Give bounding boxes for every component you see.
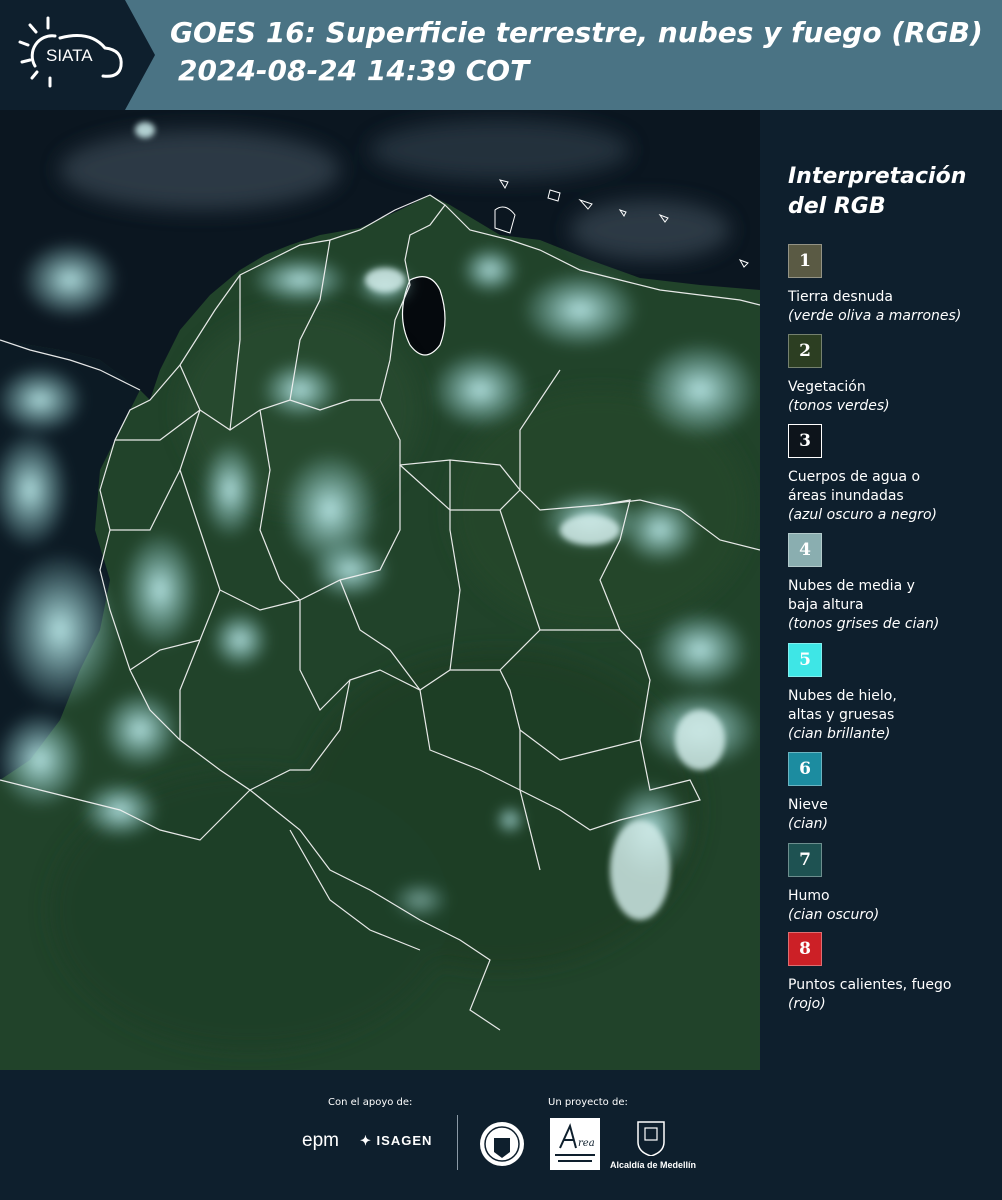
legend-swatch-7: 7 — [788, 843, 822, 877]
legend-swatch-6: 6 — [788, 752, 822, 786]
legend-title-line-1: Interpretación — [788, 164, 967, 189]
isagen-icon: ✦ — [360, 1133, 372, 1148]
legend-item-5: 5 Nubes de hielo, altas y gruesas (cian … — [788, 643, 998, 744]
legend-panel: Interpretación del RGB 1 Tierra desnuda … — [772, 110, 1002, 1070]
satellite-image — [0, 110, 760, 1070]
support-label: Con el apoyo de: — [328, 1097, 413, 1108]
alcaldia-label: Alcaldía de Medellín — [610, 1160, 697, 1170]
legend-swatch-8: 8 — [788, 932, 822, 966]
siata-logo: SIATA — [0, 0, 155, 110]
legend-item-1: 1 Tierra desnuda (verde oliva a marrones… — [788, 244, 998, 326]
legend-swatch-5: 5 — [788, 643, 822, 677]
legend-label-6: Nieve — [788, 797, 828, 813]
legend-item-7: 7 Humo (cian oscuro) — [788, 843, 998, 925]
university-seal-icon — [480, 1122, 524, 1166]
siata-logo-text: SIATA — [46, 46, 93, 65]
legend-sub-6: (cian) — [788, 816, 828, 832]
legend-label-2: Vegetación — [788, 379, 866, 395]
footer-divider — [457, 1115, 458, 1170]
legend-label-8: Puntos calientes, fuego — [788, 977, 952, 993]
epm-logo: epm — [302, 1130, 339, 1151]
area-metropolitana-logo: rea — [550, 1118, 600, 1170]
legend-label-3: Cuerpos de agua o áreas inundadas — [788, 469, 921, 504]
alcaldia-shield-icon — [637, 1121, 665, 1156]
legend-sub-2: (tonos verdes) — [788, 398, 890, 414]
legend-sub-8: (rojo) — [788, 996, 826, 1012]
legend-sub-3: (azul oscuro a negro) — [788, 507, 937, 523]
legend-swatch-4: 4 — [788, 533, 822, 567]
legend-title-line-2: del RGB — [788, 194, 886, 219]
header-bar: SIATA GOES 16: Superficie terrestre, nub… — [0, 0, 1002, 110]
legend-swatch-2: 2 — [788, 334, 822, 368]
legend-title: Interpretación del RGB — [788, 162, 988, 222]
isagen-label: ISAGEN — [376, 1133, 433, 1148]
legend-swatch-1: 1 — [788, 244, 822, 278]
project-label: Un proyecto de: — [548, 1097, 628, 1108]
svg-text:rea: rea — [578, 1138, 595, 1149]
legend-item-6: 6 Nieve (cian) — [788, 752, 998, 834]
legend-sub-1: (verde oliva a marrones) — [788, 308, 962, 324]
legend-swatch-3: 3 — [788, 424, 822, 458]
legend-label-4: Nubes de media y baja altura — [788, 578, 915, 613]
page-title: GOES 16: Superficie terrestre, nubes y f… — [170, 14, 983, 90]
isagen-logo: ✦ ISAGEN — [360, 1133, 432, 1149]
footer: Con el apoyo de: Un proyecto de: epm ✦ I… — [0, 1070, 1002, 1200]
legend-item-2: 2 Vegetación (tonos verdes) — [788, 334, 998, 416]
legend-label-1: Tierra desnuda — [788, 289, 893, 305]
title-line-2: 2024-08-24 14:39 COT — [178, 54, 530, 87]
legend-label-7: Humo — [788, 888, 830, 904]
satellite-map — [0, 110, 760, 1070]
legend-sub-4: (tonos grises de cian) — [788, 616, 940, 632]
legend-label-5: Nubes de hielo, altas y gruesas — [788, 688, 897, 723]
legend-item-8: 8 Puntos calientes, fuego (rojo) — [788, 932, 998, 1014]
legend-sub-5: (cian brillante) — [788, 726, 891, 742]
legend-item-4: 4 Nubes de media y baja altura (tonos gr… — [788, 533, 998, 634]
legend-sub-7: (cian oscuro) — [788, 907, 880, 923]
legend-item-3: 3 Cuerpos de agua o áreas inundadas (azu… — [788, 424, 998, 525]
title-line-1: GOES 16: Superficie terrestre, nubes y f… — [170, 16, 983, 49]
